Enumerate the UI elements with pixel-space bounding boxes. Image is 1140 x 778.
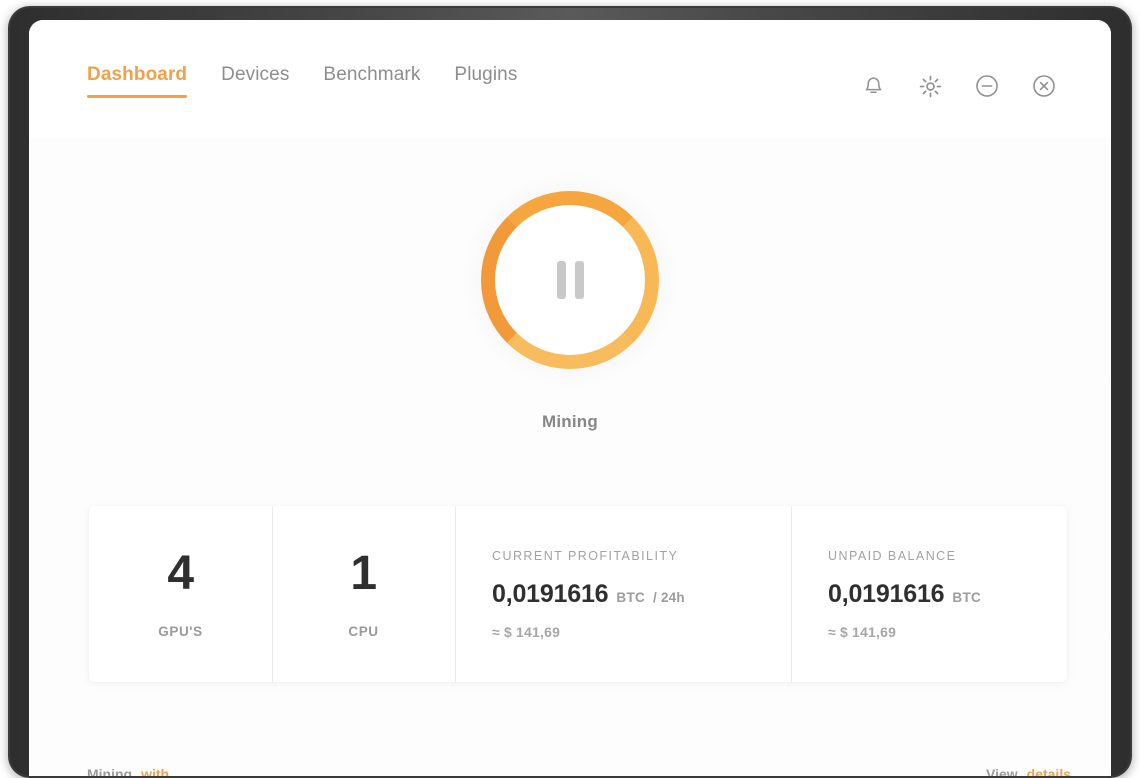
mining-section: Mining	[29, 170, 1111, 432]
stat-cell-unpaid-balance: UNPAID BALANCE 0,0191616 BTC ≈ $ 141,69	[791, 506, 1067, 682]
mining-status-label: Mining	[542, 412, 598, 431]
nav-tab-devices[interactable]: Devices	[221, 64, 289, 98]
profitability-title: CURRENT PROFITABILITY	[492, 548, 679, 563]
active-tab-underline	[87, 95, 188, 98]
cpu-count-value: 1	[350, 546, 377, 600]
footer-left-accent-label: with	[141, 766, 170, 776]
unpaid-balance-unit: BTC	[952, 589, 982, 605]
cpu-count-label: CPU	[348, 623, 379, 639]
footer-right-group[interactable]: View details	[986, 766, 1071, 776]
profitability-period: / 24h	[653, 589, 685, 605]
pause-bar-left	[556, 261, 566, 299]
gpu-count-label: GPU'S	[158, 623, 203, 639]
stat-cell-profitability: CURRENT PROFITABILITY 0,0191616 BTC / 24…	[455, 506, 791, 682]
stat-cell-cpu: 1 CPU	[272, 506, 455, 682]
nav-tab-benchmark-label: Benchmark	[323, 64, 421, 85]
circle-x-icon[interactable]	[1030, 72, 1058, 100]
application-window: Dashboard Devices Benchmark Plugins Mini…	[8, 6, 1132, 778]
unpaid-balance-amount: 0,0191616	[828, 579, 945, 608]
profitability-unit: BTC	[616, 589, 646, 605]
unpaid-balance-value-row: 0,0191616 BTC	[828, 580, 1067, 609]
pause-icon	[556, 261, 584, 299]
footer-right-accent-label: details	[1026, 766, 1071, 776]
window-controls	[859, 72, 1058, 100]
nav-tab-dashboard-label: Dashboard	[87, 64, 188, 85]
bell-icon[interactable]	[859, 72, 887, 100]
gpu-count-value: 4	[167, 546, 194, 600]
profitability-amount: 0,0191616	[492, 579, 609, 608]
unpaid-balance-title: UNPAID BALANCE	[828, 548, 957, 563]
profitability-value-row: 0,0191616 BTC / 24h	[492, 580, 791, 609]
nav-tab-benchmark[interactable]: Benchmark	[323, 64, 420, 98]
circle-minus-icon[interactable]	[973, 72, 1001, 100]
nav-tab-dashboard[interactable]: Dashboard	[87, 64, 188, 98]
footer-left-group[interactable]: Mining with	[87, 766, 169, 776]
stats-card: 4 GPU'S 1 CPU CURRENT PROFITABILITY 0,01…	[89, 506, 1067, 682]
footer-right-muted-label: View	[985, 766, 1018, 776]
pause-bar-right	[574, 261, 584, 299]
app-content-surface: Dashboard Devices Benchmark Plugins Mini…	[29, 20, 1111, 776]
gear-icon[interactable]	[916, 72, 944, 100]
mining-toggle-button[interactable]	[481, 191, 659, 369]
top-bar: Dashboard Devices Benchmark Plugins	[29, 20, 1111, 138]
nav-tab-plugins[interactable]: Plugins	[454, 64, 517, 98]
footer-left-muted-label: Mining	[87, 766, 133, 776]
unpaid-balance-fiat: ≈ $ 141,69	[828, 623, 897, 640]
nav-tab-devices-label: Devices	[221, 64, 290, 85]
mining-button-wrapper	[460, 170, 680, 390]
profitability-fiat: ≈ $ 141,69	[492, 623, 561, 640]
nav-tab-plugins-label: Plugins	[454, 64, 518, 85]
main-navigation: Dashboard Devices Benchmark Plugins	[87, 64, 517, 98]
footer-clipped-region: Mining with View details	[29, 766, 1111, 776]
stat-cell-gpus: 4 GPU'S	[89, 506, 272, 682]
